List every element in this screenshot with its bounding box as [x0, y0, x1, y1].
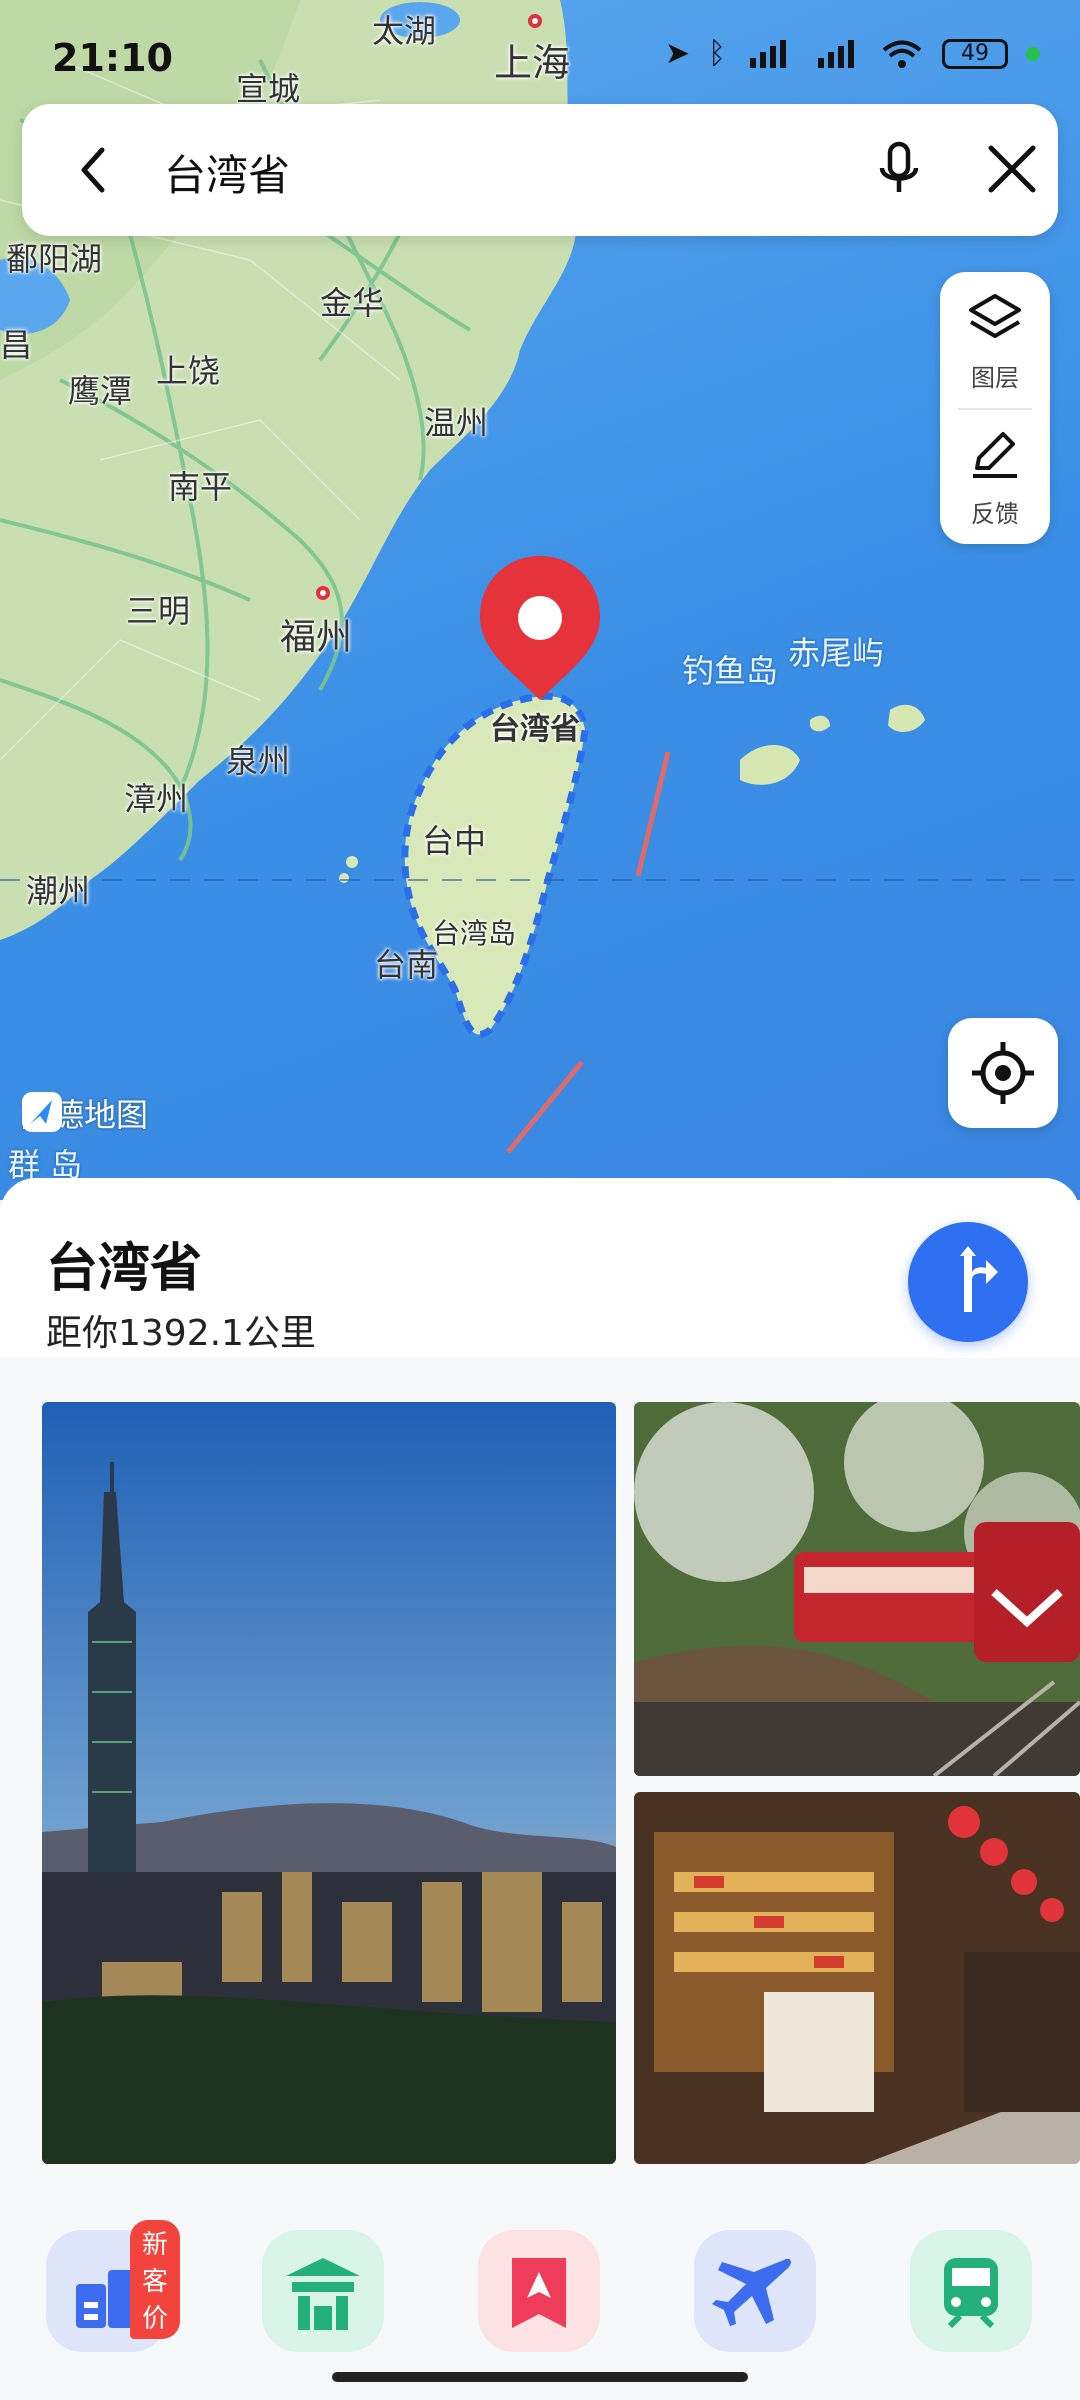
wifi-icon: [882, 40, 922, 68]
privacy-dot-icon: [1026, 46, 1040, 61]
close-icon[interactable]: [977, 134, 1047, 204]
microphone-icon[interactable]: [864, 134, 934, 204]
back-icon[interactable]: [62, 138, 126, 202]
map-label-poyanghu: 鄱阳湖: [6, 240, 103, 278]
map-label-wenzhou: 温州: [424, 404, 489, 442]
map-label-jinhua: 金华: [320, 284, 385, 322]
my-location-button[interactable]: [948, 1018, 1058, 1128]
map-brand-logo: 高德地图: [20, 1090, 148, 1136]
map-label-taiwan-island: 台湾岛: [432, 917, 517, 950]
map-label-yingtan: 鹰潭: [68, 372, 133, 410]
location-icon: ➤: [664, 36, 690, 71]
attraction-link[interactable]: [262, 2230, 384, 2352]
status-bar: 21:10 ➤ ᛒ 49: [0, 30, 1080, 90]
signal-icon: [750, 39, 786, 68]
pavilion-icon: [286, 2258, 360, 2330]
place-title: 台湾省: [46, 1239, 203, 1299]
map-label-diaoyudao: 钓鱼岛: [682, 652, 779, 690]
route-button[interactable]: [908, 1222, 1028, 1342]
map-label-chiweiyu: 赤尾屿: [788, 634, 885, 672]
status-time: 21:10: [52, 36, 173, 80]
layers-button[interactable]: 图层: [940, 272, 1050, 408]
place-distance: 距你1392.1公里: [46, 1313, 316, 1354]
search-query[interactable]: 台湾省: [164, 142, 290, 203]
amap-logo-icon: [22, 1092, 62, 1132]
feedback-button[interactable]: 反馈: [940, 408, 1050, 544]
map-city-dot: [316, 586, 330, 600]
place-header: 台湾省 距你1392.1公里: [0, 1178, 1080, 1358]
favorite-link[interactable]: [478, 2230, 600, 2352]
crosshair-icon: [972, 1042, 1034, 1104]
map-label-shangrao: 上饶: [156, 352, 221, 390]
map-label-tainan: 台南: [374, 946, 439, 984]
home-indicator[interactable]: [332, 2372, 748, 2382]
signal-icon: [818, 39, 854, 68]
layers-label: 图层: [971, 364, 1019, 392]
map-city-dot: [528, 14, 542, 28]
bluetooth-icon: ᛒ: [708, 36, 726, 71]
battery-icon: 49: [942, 38, 1008, 69]
map-label-chaozhou: 潮州: [26, 872, 91, 910]
new-customer-badge: 新客价: [130, 2220, 181, 2339]
map-label-sanming: 三明: [126, 592, 191, 630]
place-photo-old-street[interactable]: [634, 1792, 1080, 2164]
pencil-icon: [973, 432, 1017, 478]
feedback-label: 反馈: [971, 500, 1019, 528]
map-pin-label[interactable]: 台湾省: [490, 704, 580, 748]
flight-link[interactable]: [694, 2230, 816, 2352]
quick-links: 新客价: [0, 2220, 1080, 2360]
search-bar[interactable]: 台湾省: [22, 104, 1058, 236]
map-label-left-edge: 昌: [0, 326, 33, 364]
map-tools-panel: 图层 反馈: [940, 272, 1050, 544]
place-detail-sheet[interactable]: 台湾省 距你1392.1公里 新客价: [0, 1178, 1080, 2400]
map-label-quanzhou: 泉州: [226, 742, 291, 780]
route-arrow-icon: [960, 1246, 998, 1312]
layers-icon: [969, 294, 1021, 338]
train-icon: [944, 2258, 998, 2329]
place-photo-alishan-train[interactable]: [634, 1402, 1080, 1776]
hotel-link[interactable]: 新客价: [46, 2220, 181, 2352]
map-label-fuzhou: 福州: [280, 617, 353, 658]
map-label-taizhong: 台中: [422, 822, 487, 860]
status-icons: ➤ ᛒ 49: [665, 36, 1040, 71]
airplane-icon: [712, 2258, 791, 2326]
map-label-zhangzhou: 漳州: [124, 780, 189, 818]
map-label-nanping: 南平: [168, 468, 233, 506]
train-link[interactable]: [910, 2230, 1032, 2352]
place-photo-taipei101[interactable]: [42, 1402, 616, 2164]
bookmark-icon: [512, 2258, 566, 2328]
